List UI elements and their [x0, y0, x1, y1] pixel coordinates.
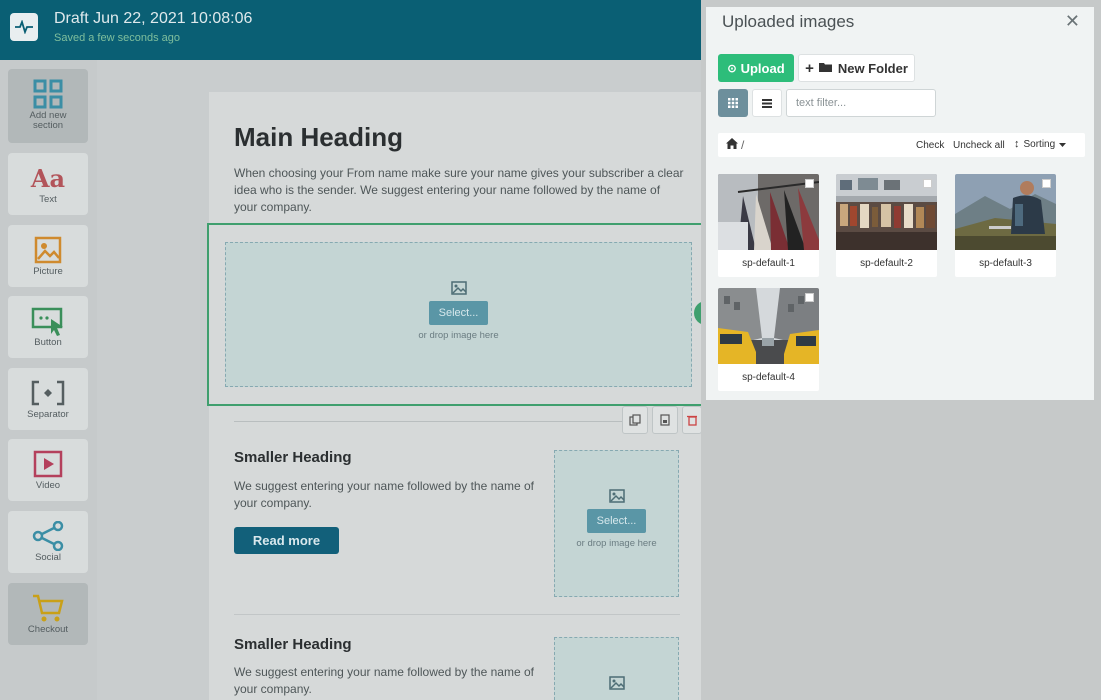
- image-name: sp-default-2: [860, 258, 913, 269]
- taxi-street-photo: [718, 288, 819, 364]
- button-icon: [8, 304, 88, 338]
- pulse-logo-icon[interactable]: [10, 13, 38, 41]
- check-button[interactable]: Check: [916, 140, 944, 151]
- sidebar-item-label: Add new section: [29, 110, 67, 131]
- image-icon: [555, 489, 678, 503]
- sidebar-item-add-section[interactable]: Add new section: [8, 69, 88, 143]
- sort-arrows-icon: ↕: [1014, 138, 1020, 150]
- image-name: sp-default-3: [979, 258, 1032, 269]
- list-view-icon[interactable]: [752, 89, 782, 117]
- sidebar-item-picture[interactable]: Picture: [8, 225, 88, 287]
- new-folder-label: New Folder: [837, 60, 908, 76]
- sorting-dropdown[interactable]: ↕ Sorting: [1014, 138, 1067, 150]
- section-divider: [234, 614, 680, 615]
- grid-icon: [8, 77, 88, 111]
- image-thumbnail[interactable]: sp-default-1: [718, 174, 819, 277]
- sidebar-item-label: Separator: [27, 409, 69, 420]
- home-icon[interactable]: [726, 138, 738, 152]
- upload-button[interactable]: ⊙ Upload: [718, 54, 794, 82]
- sidebar-item-separator[interactable]: Separator: [8, 368, 88, 430]
- drop-hint: or drop image here: [418, 330, 499, 341]
- sidebar-item-button[interactable]: Button: [8, 296, 88, 358]
- image-name: sp-default-4: [742, 372, 795, 383]
- section-heading[interactable]: Smaller Heading: [234, 449, 352, 466]
- save-block-icon[interactable]: [652, 406, 678, 434]
- uploaded-images-panel: Uploaded images ✕ ⊙ Upload + New Folder …: [706, 7, 1094, 400]
- image-thumbnail[interactable]: sp-default-3: [955, 174, 1056, 277]
- image-dropzone[interactable]: [554, 637, 679, 700]
- select-checkbox[interactable]: [805, 293, 814, 302]
- separator-icon: [8, 376, 88, 410]
- select-checkbox[interactable]: [1042, 179, 1051, 188]
- close-icon[interactable]: ✕: [1065, 12, 1080, 30]
- caret-down-icon: [1059, 139, 1067, 150]
- sidebar-item-label: Button: [34, 337, 62, 348]
- sidebar-item-text[interactable]: Aa Text: [8, 153, 88, 215]
- duplicate-icon[interactable]: [622, 406, 648, 434]
- read-more-button[interactable]: Read more: [234, 527, 339, 554]
- upload-label: Upload: [740, 60, 785, 76]
- plus-icon: +: [805, 59, 814, 77]
- select-image-button[interactable]: Select...: [428, 301, 489, 325]
- select-checkbox[interactable]: [923, 179, 932, 188]
- clothes-rack-photo: [718, 174, 819, 250]
- select-checkbox[interactable]: [805, 179, 814, 188]
- breadcrumb-bar: / Check Uncheck all ↕ Sorting: [718, 133, 1085, 157]
- upload-circle-icon: ⊙: [727, 62, 737, 75]
- draft-title: Draft Jun 22, 2021 10:08:06: [54, 10, 253, 27]
- image-thumbnail[interactable]: sp-default-4: [718, 288, 819, 391]
- block-sidebar: Add new section Aa Text Picture Button S…: [0, 60, 97, 700]
- image-thumbnail[interactable]: sp-default-2: [836, 174, 937, 277]
- main-paragraph[interactable]: When choosing your From name make sure y…: [234, 165, 684, 216]
- hiker-laptop-photo: [955, 174, 1056, 250]
- image-icon: [226, 281, 691, 295]
- section-paragraph[interactable]: We suggest entering your name followed b…: [234, 664, 534, 698]
- image-icon: [555, 676, 678, 690]
- panel-title: Uploaded images: [722, 12, 855, 31]
- breadcrumb-separator: /: [741, 138, 745, 152]
- share-icon: [8, 519, 88, 553]
- section-heading[interactable]: Smaller Heading: [234, 636, 352, 653]
- sidebar-item-label: Picture: [33, 266, 63, 277]
- sidebar-item-video[interactable]: Video: [8, 439, 88, 501]
- cart-icon: [8, 591, 88, 625]
- video-icon: [8, 447, 88, 481]
- text-icon: Aa: [30, 163, 66, 193]
- breadcrumb: /: [726, 138, 744, 152]
- text-filter-input[interactable]: [786, 89, 936, 117]
- image-name: sp-default-1: [742, 258, 795, 269]
- sorting-label: Sorting: [1023, 138, 1056, 150]
- sidebar-item-social[interactable]: Social: [8, 511, 88, 573]
- drop-hint: or drop image here: [576, 538, 657, 549]
- save-status: Saved a few seconds ago: [54, 32, 180, 44]
- book-market-photo: [836, 174, 937, 250]
- select-image-button[interactable]: Select...: [586, 509, 647, 533]
- uncheck-all-button[interactable]: Uncheck all: [953, 140, 1005, 151]
- section-paragraph[interactable]: We suggest entering your name followed b…: [234, 478, 534, 512]
- main-heading[interactable]: Main Heading: [234, 122, 403, 153]
- image-dropzone[interactable]: Select... or drop image here: [225, 242, 692, 387]
- sidebar-item-label: Video: [35, 480, 61, 491]
- section-divider: [234, 421, 622, 422]
- sidebar-item-label: Checkout: [27, 624, 69, 635]
- sidebar-item-label: Social: [35, 552, 61, 563]
- delete-icon[interactable]: [682, 406, 702, 434]
- sidebar-item-label: Text: [39, 194, 57, 205]
- new-folder-button[interactable]: + New Folder: [798, 54, 915, 82]
- grid-view-icon[interactable]: [718, 89, 748, 117]
- folder-icon: [818, 61, 833, 76]
- image-dropzone[interactable]: Select... or drop image here: [554, 450, 679, 597]
- picture-icon: [8, 233, 88, 267]
- sidebar-item-checkout[interactable]: Checkout: [8, 583, 88, 645]
